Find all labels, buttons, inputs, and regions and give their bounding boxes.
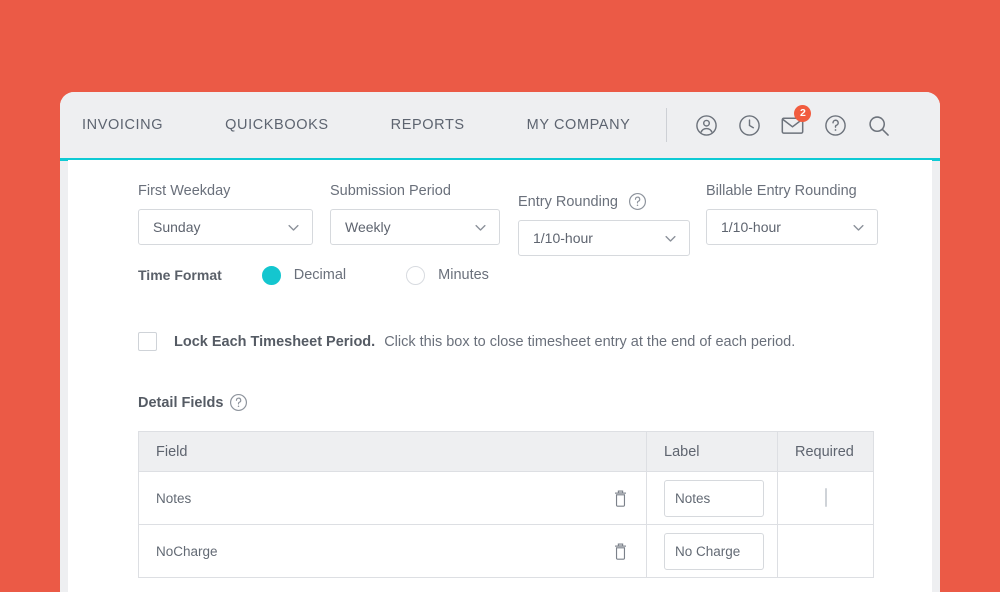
top-navigation-bar: INVOICING QUICKBOOKS REPORTS MY COMPANY <box>60 92 940 158</box>
row-required-cell <box>777 524 874 578</box>
chevron-down-icon <box>473 220 488 235</box>
chevron-down-icon <box>663 231 678 246</box>
clock-icon[interactable] <box>736 112 762 138</box>
submission-period-label: Submission Period <box>330 183 451 199</box>
lock-timesheet-period-title: Lock Each Timesheet Period. <box>174 333 376 350</box>
nav-link-my-company[interactable]: MY COMPANY <box>527 117 631 133</box>
row-field-cell: Notes <box>138 471 647 525</box>
detail-fields-table-body: Notes Notes NoCharge No Charge <box>138 471 874 578</box>
settings-content-pane: First Weekday Sunday Submission Period W… <box>68 160 932 592</box>
lock-timesheet-period-checkbox[interactable] <box>138 332 157 351</box>
nav-icon-group: 2 <box>693 105 891 138</box>
column-header-field: Field <box>138 431 647 472</box>
row-required-checkbox[interactable] <box>824 488 827 507</box>
table-header-row: Field Label Required <box>138 431 874 472</box>
lock-timesheet-period-row: Lock Each Timesheet Period. Click this b… <box>138 332 932 351</box>
row-field-cell: NoCharge <box>138 524 647 578</box>
help-circle-icon[interactable] <box>628 192 647 211</box>
nav-divider <box>666 108 668 142</box>
mail-badge-count: 2 <box>794 105 812 122</box>
settings-card: INVOICING QUICKBOOKS REPORTS MY COMPANY <box>60 92 940 592</box>
mail-icon[interactable]: 2 <box>779 105 812 138</box>
row-field-name: Notes <box>156 490 192 506</box>
row-label-input[interactable] <box>664 532 764 570</box>
help-circle-icon[interactable] <box>229 393 248 412</box>
radio-dot-icon <box>406 265 426 285</box>
row-field-name: NoCharge <box>156 543 218 559</box>
delete-row-trash-icon[interactable] <box>612 542 629 561</box>
time-format-row: Time Format Decimal Minutes <box>138 262 932 288</box>
nav-link-quickbooks[interactable]: QUICKBOOKS <box>225 117 329 133</box>
submission-period-value: Weekly <box>345 219 391 235</box>
row-required-cell <box>777 471 874 525</box>
first-weekday-value: Sunday <box>153 219 201 235</box>
help-circle-icon[interactable] <box>822 112 848 138</box>
chevron-down-icon <box>286 220 301 235</box>
field-group-billable-entry-rounding: Billable Entry Rounding 1/10-hour <box>706 182 878 245</box>
field-group-first-weekday: First Weekday Sunday <box>138 182 313 245</box>
table-row: NoCharge <box>138 524 874 578</box>
delete-row-trash-icon[interactable] <box>612 489 629 508</box>
search-icon[interactable] <box>865 112 891 138</box>
column-header-required: Required <box>777 431 874 472</box>
detail-fields-title: Detail Fields <box>138 394 224 411</box>
field-group-entry-rounding: Entry Rounding 1/10-hour <box>518 192 690 256</box>
radio-minutes-label: Minutes <box>438 267 489 283</box>
detail-fields-heading: Detail Fields <box>138 393 932 412</box>
entry-rounding-label: Entry Rounding <box>518 194 618 210</box>
table-row: Notes <box>138 471 874 525</box>
entry-rounding-value: 1/10-hour <box>533 230 593 246</box>
time-format-label: Time Format <box>138 267 222 283</box>
billable-entry-rounding-label: Billable Entry Rounding <box>706 183 857 199</box>
first-weekday-select[interactable]: Sunday <box>138 209 313 245</box>
detail-fields-table-head: Field Label Required <box>138 431 874 472</box>
settings-fields-row: First Weekday Sunday Submission Period W… <box>138 182 932 260</box>
detail-fields-table: Field Label Required Notes Notes NoCharg… <box>138 431 874 578</box>
radio-time-format-minutes[interactable]: Minutes <box>406 265 489 285</box>
column-header-label: Label <box>646 431 778 472</box>
radio-dot-icon <box>261 265 281 285</box>
first-weekday-label: First Weekday <box>138 183 231 199</box>
lock-timesheet-period-hint: Click this box to close timesheet entry … <box>384 333 796 350</box>
nav-link-reports[interactable]: REPORTS <box>391 117 465 133</box>
account-icon[interactable] <box>693 112 719 138</box>
row-label-cell <box>646 524 778 578</box>
nav-link-invoicing[interactable]: INVOICING <box>82 117 163 133</box>
billable-entry-rounding-value: 1/10-hour <box>721 219 781 235</box>
submission-period-select[interactable]: Weekly <box>330 209 500 245</box>
row-label-cell <box>646 471 778 525</box>
radio-time-format-decimal[interactable]: Decimal <box>261 265 347 285</box>
billable-entry-rounding-select[interactable]: 1/10-hour <box>706 209 878 245</box>
radio-decimal-label: Decimal <box>293 267 347 283</box>
entry-rounding-select[interactable]: 1/10-hour <box>518 220 690 256</box>
row-label-input[interactable] <box>664 479 764 517</box>
nav-links: INVOICING QUICKBOOKS REPORTS MY COMPANY <box>82 117 630 133</box>
chevron-down-icon <box>851 220 866 235</box>
field-group-submission-period: Submission Period Weekly <box>330 182 500 245</box>
